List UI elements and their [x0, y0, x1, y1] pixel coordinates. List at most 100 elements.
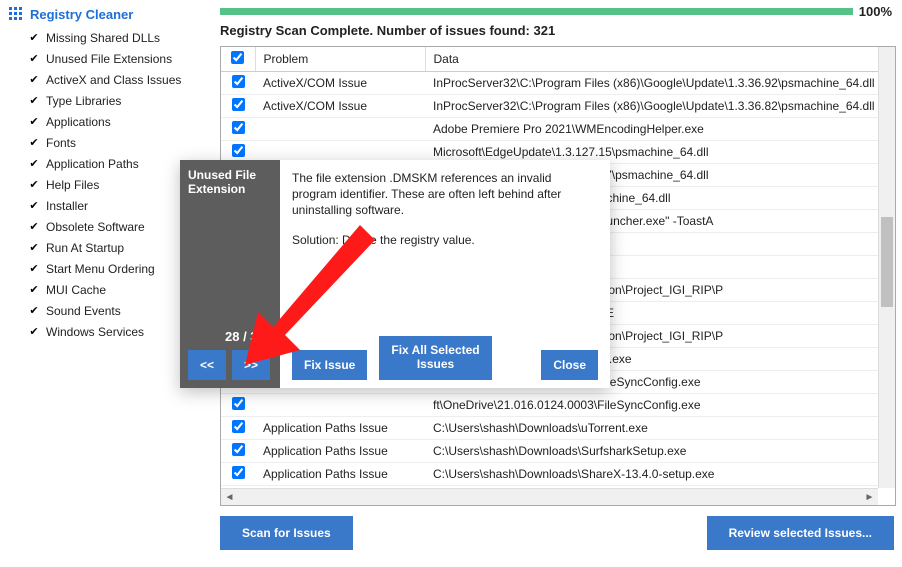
- row-checkbox[interactable]: [232, 397, 245, 410]
- sidebar-item-label: MUI Cache: [46, 282, 106, 299]
- row-data: InProcServer32\C:\Program Files (x86)\Go…: [425, 94, 895, 117]
- row-check-cell[interactable]: [221, 393, 255, 416]
- table-row[interactable]: Adobe Premiere Pro 2021\WMEncodingHelper…: [221, 117, 895, 140]
- popup-counter: 28 / 321: [188, 329, 272, 350]
- scan-button[interactable]: Scan for Issues: [220, 516, 353, 550]
- check-icon: ✔: [28, 135, 40, 152]
- popup-side: Unused File Extension 28 / 321 << >>: [180, 160, 280, 388]
- row-check-cell[interactable]: [221, 71, 255, 94]
- row-checkbox[interactable]: [232, 420, 245, 433]
- row-checkbox[interactable]: [232, 466, 245, 479]
- scan-status: Registry Scan Complete. Number of issues…: [220, 21, 898, 46]
- col-check[interactable]: [221, 47, 255, 71]
- row-checkbox[interactable]: [232, 144, 245, 157]
- select-all-checkbox[interactable]: [231, 51, 244, 64]
- check-icon: ✔: [28, 324, 40, 341]
- row-data: InProcServer32\C:\Program Files (x86)\Go…: [425, 71, 895, 94]
- table-row[interactable]: ft\OneDrive\21.016.0124.0003\FileSyncCon…: [221, 393, 895, 416]
- sidebar-item[interactable]: ✔ Unused File Extensions: [8, 49, 220, 70]
- row-problem: [255, 393, 425, 416]
- fix-all-button[interactable]: Fix All SelectedIssues: [379, 336, 491, 380]
- progress-bar: [220, 8, 853, 15]
- row-data: C:\Users\shash\Downloads\ShareX-13.4.0-s…: [425, 462, 895, 485]
- check-icon: ✔: [28, 219, 40, 236]
- issue-detail-popup: Unused File Extension 28 / 321 << >> The…: [180, 160, 610, 388]
- sidebar-item-label: ActiveX and Class Issues: [46, 72, 181, 89]
- check-icon: ✔: [28, 303, 40, 320]
- check-icon: ✔: [28, 114, 40, 131]
- grid-icon: [8, 6, 24, 22]
- table-row[interactable]: Application Paths IssueC:\Users\shash\Do…: [221, 462, 895, 485]
- scroll-right-icon[interactable]: ►: [861, 489, 878, 505]
- horizontal-scrollbar[interactable]: ◄ ►: [221, 488, 878, 505]
- table-row[interactable]: ActiveX/COM IssueInProcServer32\C:\Progr…: [221, 71, 895, 94]
- row-checkbox[interactable]: [232, 121, 245, 134]
- sidebar-title: Registry Cleaner: [30, 7, 133, 22]
- prev-issue-button[interactable]: <<: [188, 350, 226, 380]
- check-icon: ✔: [28, 51, 40, 68]
- sidebar-header[interactable]: Registry Cleaner: [8, 4, 220, 28]
- sidebar-item-label: Start Menu Ordering: [46, 261, 155, 278]
- sidebar-item-label: Type Libraries: [46, 93, 121, 110]
- sidebar-item-label: Application Paths: [46, 156, 139, 173]
- row-data: C:\Users\shash\Downloads\uTorrent.exe: [425, 416, 895, 439]
- fix-issue-button[interactable]: Fix Issue: [292, 350, 367, 380]
- sidebar-item[interactable]: ✔Missing Shared DLLs: [8, 28, 220, 49]
- sidebar-item-label: Run At Startup: [46, 240, 124, 257]
- check-icon: ✔: [28, 240, 40, 257]
- col-problem[interactable]: Problem: [255, 47, 425, 71]
- scroll-left-icon[interactable]: ◄: [221, 489, 238, 505]
- sidebar-item-label: Missing Shared DLLs: [46, 30, 160, 47]
- check-icon: ✔: [28, 93, 40, 110]
- popup-title: Unused File Extension: [188, 168, 272, 197]
- row-problem: Application Paths Issue: [255, 439, 425, 462]
- sidebar-item-label: Help Files: [46, 177, 99, 194]
- progress-row: 100%: [220, 0, 898, 21]
- row-check-cell[interactable]: [221, 94, 255, 117]
- progress-percent: 100%: [859, 4, 892, 19]
- row-data: C:\Users\shash\Downloads\SurfsharkSetup.…: [425, 439, 895, 462]
- row-problem: ActiveX/COM Issue: [255, 94, 425, 117]
- popup-solution: Solution: Delete the registry value.: [292, 233, 598, 247]
- col-data[interactable]: Data: [425, 47, 895, 71]
- row-data: Adobe Premiere Pro 2021\WMEncodingHelper…: [425, 117, 895, 140]
- close-popup-button[interactable]: Close: [541, 350, 598, 380]
- sidebar-item-label: Sound Events: [46, 303, 121, 320]
- sidebar-item[interactable]: ✔Applications: [8, 112, 220, 133]
- sidebar-item-label: Windows Services: [46, 324, 144, 341]
- popup-body: The file extension .DMSKM references an …: [280, 160, 610, 388]
- row-check-cell[interactable]: [221, 439, 255, 462]
- sidebar-item-label: Fonts: [46, 135, 76, 152]
- review-button[interactable]: Review selected Issues...: [707, 516, 894, 550]
- sidebar-item[interactable]: ✔ Fonts: [8, 133, 220, 154]
- row-check-cell[interactable]: [221, 416, 255, 439]
- table-row[interactable]: ActiveX/COM IssueInProcServer32\C:\Progr…: [221, 94, 895, 117]
- sidebar-item-label: Unused File Extensions: [46, 51, 172, 68]
- sidebar-item[interactable]: ✔ Type Libraries: [8, 91, 220, 112]
- next-issue-button[interactable]: >>: [232, 350, 270, 380]
- table-row[interactable]: Application Paths IssueC:\Users\shash\Do…: [221, 416, 895, 439]
- check-icon: ✔: [28, 156, 40, 173]
- check-icon: ✔: [28, 72, 40, 89]
- check-icon: ✔: [28, 198, 40, 215]
- row-data: ft\OneDrive\21.016.0124.0003\FileSyncCon…: [425, 393, 895, 416]
- row-problem: ActiveX/COM Issue: [255, 71, 425, 94]
- fix-all-label: Fix All SelectedIssues: [391, 343, 479, 371]
- check-icon: ✔: [28, 261, 40, 278]
- table-row[interactable]: Application Paths IssueC:\Users\shash\Do…: [221, 439, 895, 462]
- row-checkbox[interactable]: [232, 98, 245, 111]
- row-problem: Application Paths Issue: [255, 416, 425, 439]
- check-icon: ✔: [28, 177, 40, 194]
- sidebar-item-label: Obsolete Software: [46, 219, 145, 236]
- row-problem: Application Paths Issue: [255, 462, 425, 485]
- vertical-scroll-thumb[interactable]: [881, 217, 893, 307]
- footer-buttons: Scan for Issues Review selected Issues..…: [220, 506, 898, 550]
- check-icon: ✔: [28, 282, 40, 299]
- vertical-scrollbar[interactable]: [878, 47, 895, 488]
- row-check-cell[interactable]: [221, 117, 255, 140]
- sidebar-item-label: Installer: [46, 198, 88, 215]
- row-checkbox[interactable]: [232, 443, 245, 456]
- sidebar-item[interactable]: ✔ ActiveX and Class Issues: [8, 70, 220, 91]
- row-check-cell[interactable]: [221, 462, 255, 485]
- row-checkbox[interactable]: [232, 75, 245, 88]
